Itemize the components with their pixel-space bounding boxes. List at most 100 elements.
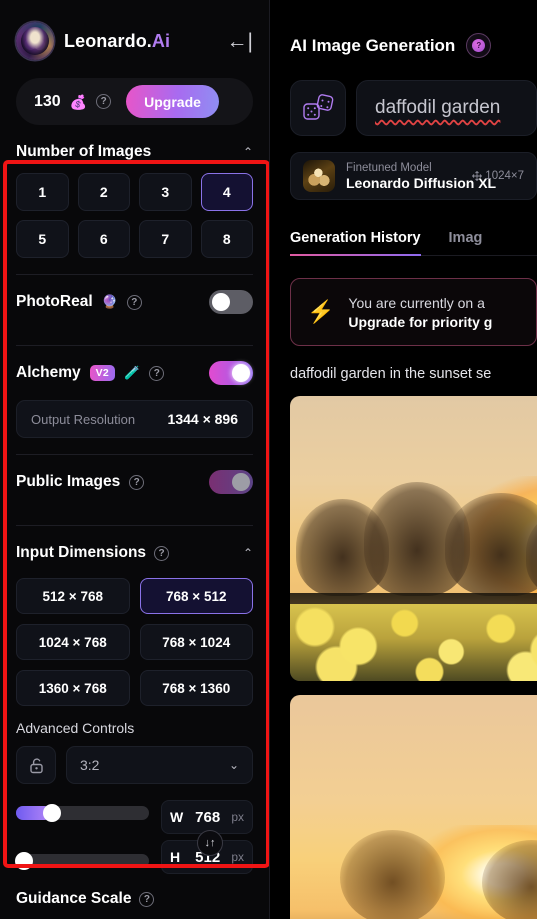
upgrade-notice[interactable]: ⚡ You are currently on a Upgrade for pri… <box>290 278 537 346</box>
help-dot: ? <box>472 39 486 52</box>
num-images-option-1[interactable]: 1 <box>16 173 69 211</box>
width-field[interactable]: W 768 px <box>161 800 253 834</box>
main-title: AI Image Generation <box>290 35 456 55</box>
height-unit: px <box>231 850 244 864</box>
advanced-controls-title: Advanced Controls <box>16 720 135 736</box>
generated-image-2[interactable] <box>290 695 537 919</box>
output-resolution-label: Output Resolution <box>31 411 136 427</box>
width-value[interactable]: 768 <box>190 809 225 826</box>
generated-image-1[interactable] <box>290 396 537 681</box>
public-images-label: Public Images <box>16 473 121 490</box>
advanced-controls-row: 3:2 ⌄ <box>16 746 253 784</box>
move-icon <box>472 171 483 181</box>
dimension-option-768x1024[interactable]: 768 × 1024 <box>139 624 253 660</box>
brand-row: Leonardo.Ai ←| <box>0 0 269 60</box>
dimension-option-768x1360[interactable]: 768 × 1360 <box>139 670 253 706</box>
tab-generation-history[interactable]: Generation History <box>290 230 421 256</box>
num-images-option-5[interactable]: 5 <box>16 220 69 258</box>
brand-name-suffix: Ai <box>151 30 171 51</box>
width-slider-thumb[interactable] <box>42 804 61 822</box>
model-kicker: Finetuned Model <box>346 161 432 174</box>
main-help-icon[interactable]: ? <box>466 33 492 58</box>
swap-dimensions-icon[interactable]: ↓↑ <box>197 830 223 856</box>
input-dimensions-grid: 512 × 768 768 × 512 1024 × 768 768 × 102… <box>16 578 253 706</box>
sidebar-settings: Number of Images ⌃ 1 2 3 4 5 6 7 8 Photo… <box>0 125 269 918</box>
toggle-knob <box>212 293 230 311</box>
collapse-sidebar-icon[interactable]: ←| <box>227 31 253 52</box>
unlock-icon[interactable] <box>16 746 56 784</box>
alchemy-help-icon[interactable]: ? <box>149 365 165 381</box>
chevron-up-icon[interactable]: ⌃ <box>243 145 253 159</box>
left-sidebar: Leonardo.Ai ←| 130 💰 ? Upgrade Number of… <box>0 0 270 919</box>
credits-help-icon[interactable]: ? <box>96 94 112 109</box>
dimension-option-1024x768[interactable]: 1024 × 768 <box>16 624 130 660</box>
dimension-option-512x768[interactable]: 512 × 768 <box>16 578 130 614</box>
public-images-row: Public Images ? <box>16 455 253 509</box>
num-images-option-2[interactable]: 2 <box>77 173 130 211</box>
dice-icon[interactable] <box>290 80 346 136</box>
public-images-help-icon[interactable]: ? <box>129 474 145 490</box>
prompt-text: daffodil garden <box>375 97 501 118</box>
input-dimensions-help-icon[interactable]: ? <box>154 545 170 561</box>
height-key: H <box>170 849 181 865</box>
width-unit: px <box>231 810 244 824</box>
brand-name-text: Leonardo. <box>64 30 152 51</box>
width-height-block: W 768 px H 512 px ↓↑ <box>14 800 253 874</box>
input-dimensions-title: Input Dimensions <box>16 544 147 561</box>
photoreal-help-icon[interactable]: ? <box>126 294 142 310</box>
alchemy-version-badge: V2 <box>89 365 116 381</box>
num-images-option-7[interactable]: 7 <box>139 220 192 258</box>
alchemy-toggle[interactable] <box>209 361 253 385</box>
dimension-option-768x512[interactable]: 768 × 512 <box>139 578 253 614</box>
width-slider[interactable] <box>16 804 149 822</box>
upgrade-button[interactable]: Upgrade <box>126 85 219 118</box>
guidance-scale-header[interactable]: Guidance Scale ? <box>16 874 253 918</box>
bolt-icon: ⚡ <box>307 299 335 324</box>
coins-icon: 💰 <box>69 93 88 110</box>
model-selector[interactable]: Finetuned Model Leonardo Diffusion XL 10… <box>290 152 537 200</box>
model-meta: Finetuned Model Leonardo Diffusion XL <box>346 161 496 191</box>
num-images-option-3[interactable]: 3 <box>139 173 192 211</box>
toggle-knob <box>232 364 250 382</box>
model-size: 1024×7 <box>472 170 524 182</box>
dice-glyph <box>303 94 334 120</box>
credits-bar: 130 💰 ? Upgrade <box>16 78 253 125</box>
alchemy-label: Alchemy <box>16 364 81 381</box>
test-tube-icon: 🧪 <box>124 365 141 380</box>
model-thumbnail <box>303 160 335 192</box>
chevron-up-icon[interactable]: ⌃ <box>243 546 253 560</box>
unlock-glyph <box>29 757 43 773</box>
image-daffodil-field <box>290 604 537 681</box>
photoreal-row: PhotoReal 🔮 ? <box>16 275 253 329</box>
num-images-option-8[interactable]: 8 <box>200 220 253 258</box>
output-resolution-field: Output Resolution 1344 × 896 <box>16 400 253 438</box>
photoreal-toggle[interactable] <box>209 290 253 314</box>
num-images-option-6[interactable]: 6 <box>77 220 130 258</box>
number-of-images-header[interactable]: Number of Images ⌃ <box>16 125 253 173</box>
input-dimensions-header[interactable]: Input Dimensions ? ⌃ <box>16 526 253 574</box>
result-prompt-text: daffodil garden in the sunset se <box>290 366 492 382</box>
height-slider-thumb[interactable] <box>14 852 33 870</box>
main-panel: AI Image Generation ? daffodil garden Fi… <box>270 0 537 919</box>
toggle-knob <box>232 473 250 491</box>
avatar[interactable] <box>16 22 54 60</box>
notice-line-1: You are currently on a <box>348 294 485 311</box>
app-root: Leonardo.Ai ←| 130 💰 ? Upgrade Number of… <box>0 0 537 919</box>
chevron-down-icon: ⌄ <box>228 758 239 772</box>
guidance-scale-help-icon[interactable]: ? <box>139 891 155 907</box>
prompt-input[interactable]: daffodil garden <box>356 80 537 136</box>
alchemy-row: Alchemy V2 🧪 ? <box>16 346 253 400</box>
output-resolution-value: 1344 × 896 <box>167 411 238 427</box>
num-images-option-4[interactable]: 4 <box>200 173 253 211</box>
public-images-toggle[interactable] <box>209 470 253 494</box>
tab-bar: Generation History Imag <box>290 230 537 256</box>
height-slider[interactable] <box>14 852 149 870</box>
tab-image-library[interactable]: Imag <box>449 230 483 256</box>
number-of-images-grid: 1 2 3 4 5 6 7 8 <box>16 173 253 258</box>
photoreal-label: PhotoReal <box>16 293 93 310</box>
page-title: Leonardo.Ai <box>64 31 170 52</box>
aspect-ratio-select[interactable]: 3:2 ⌄ <box>66 746 253 784</box>
width-key: W <box>170 809 184 825</box>
dimension-option-1360x768[interactable]: 1360 × 768 <box>16 670 130 706</box>
prompt-row: daffodil garden <box>290 80 537 136</box>
